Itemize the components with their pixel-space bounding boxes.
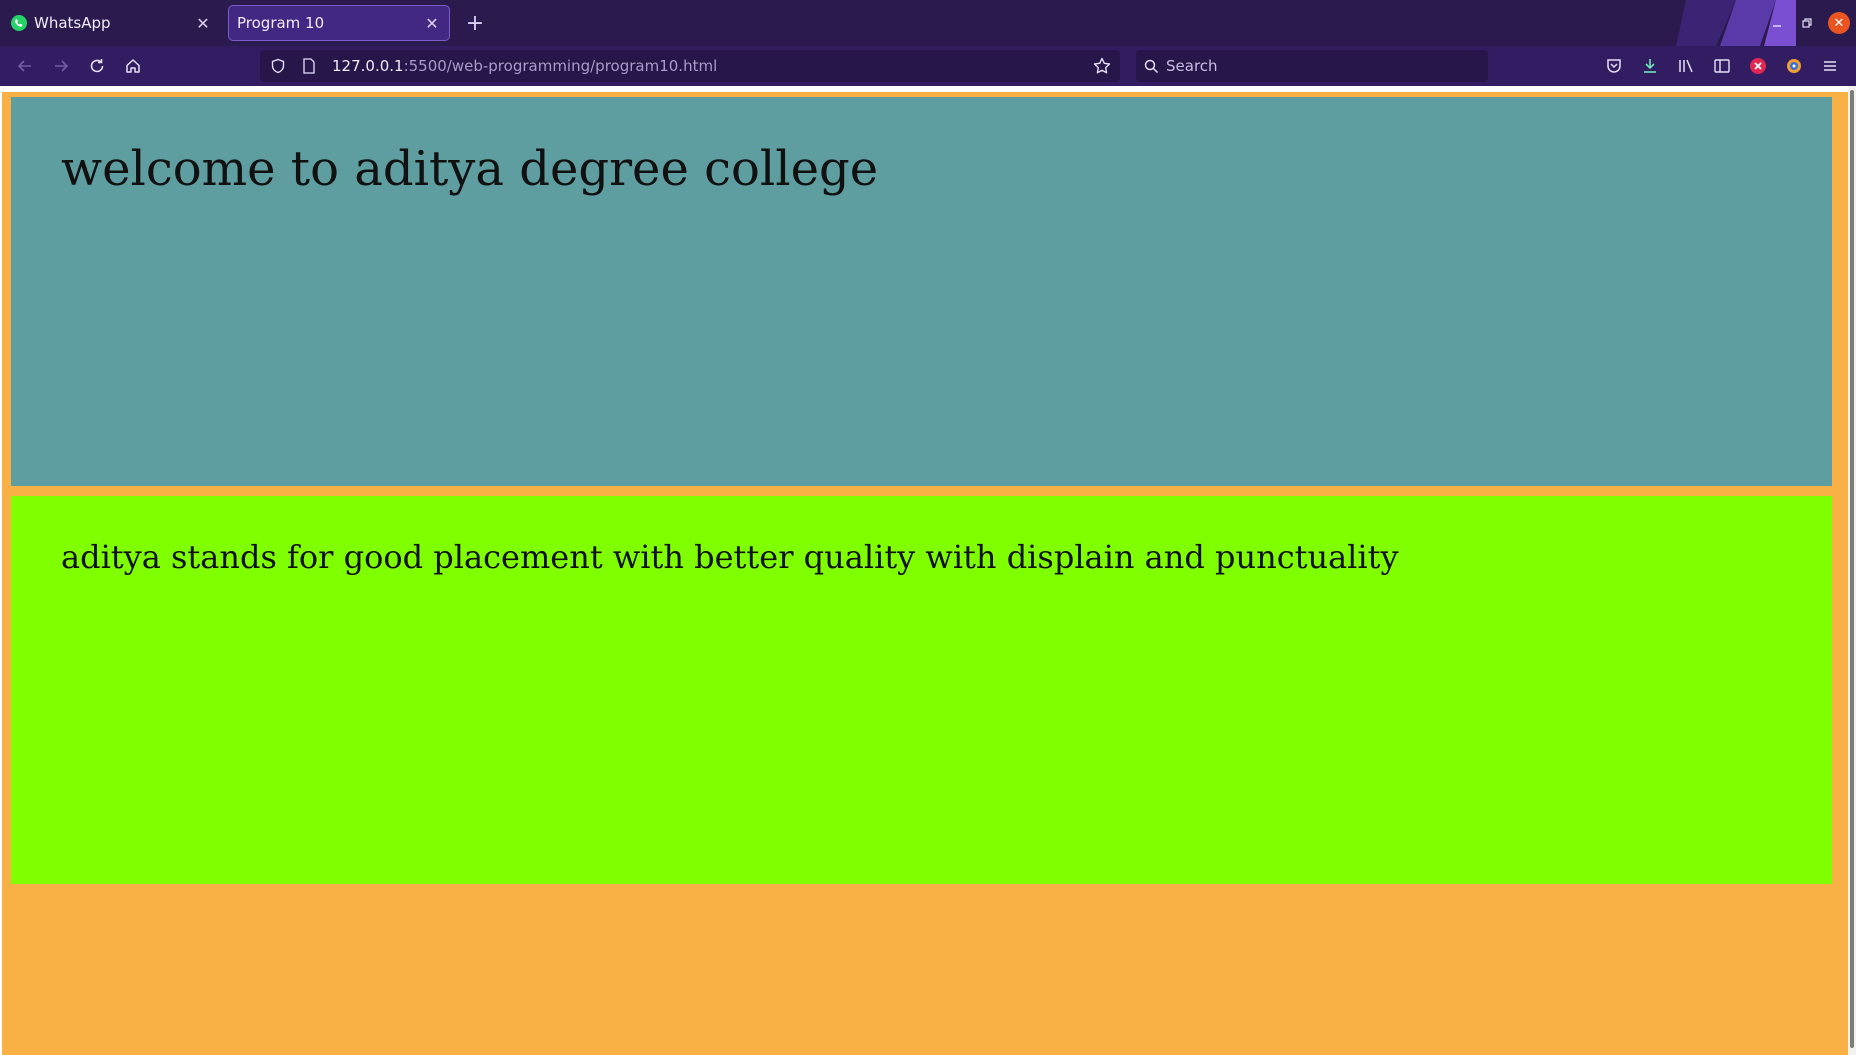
reload-icon[interactable] (84, 53, 110, 79)
minimize-icon[interactable] (1762, 0, 1792, 46)
download-icon[interactable] (1637, 53, 1663, 79)
page-heading: welcome to aditya degree college (61, 141, 879, 197)
url-path: :5500/web-programming/program10.html (403, 57, 718, 75)
page-left-border (0, 92, 2, 1055)
vertical-scrollbar[interactable] (1848, 86, 1856, 1055)
library-icon[interactable] (1673, 53, 1699, 79)
window-controls: ✕ (1762, 0, 1856, 46)
pocket-icon[interactable] (1601, 53, 1627, 79)
whatsapp-icon (10, 14, 28, 32)
extension-icon[interactable] (1781, 53, 1807, 79)
search-placeholder: Search (1166, 57, 1218, 75)
star-icon[interactable] (1092, 56, 1112, 80)
back-arrow-icon[interactable] (12, 53, 38, 79)
shield-icon[interactable] (260, 58, 296, 74)
content-block: aditya stands for good placement with be… (11, 496, 1832, 884)
tab-program-10[interactable]: Program 10 ✕ (228, 5, 450, 41)
search-icon (1136, 59, 1166, 74)
restore-icon[interactable] (1792, 0, 1822, 46)
page-viewport: welcome to aditya degree college aditya … (0, 86, 1856, 1055)
close-tab-icon[interactable]: ✕ (421, 12, 443, 34)
content-paragraph: aditya stands for good placement with be… (61, 538, 1399, 576)
tab-strip: WhatsApp ✕ Program 10 ✕ + ✕ (0, 0, 1856, 46)
plus-icon[interactable]: + (462, 10, 488, 36)
navigation-toolbar: 127.0.0.1:5500/web-programming/program10… (0, 46, 1856, 86)
address-bar[interactable]: 127.0.0.1:5500/web-programming/program10… (260, 50, 1120, 82)
header-block: welcome to aditya degree college (11, 97, 1832, 486)
tab-whatsapp[interactable]: WhatsApp ✕ (4, 5, 220, 41)
url-text: 127.0.0.1:5500/web-programming/program10… (322, 57, 717, 75)
close-tab-icon[interactable]: ✕ (192, 12, 214, 34)
forward-arrow-icon[interactable] (48, 53, 74, 79)
blocked-extension-icon[interactable] (1745, 53, 1771, 79)
tab-label: WhatsApp (34, 14, 111, 32)
scrollbar-thumb[interactable] (1850, 90, 1854, 1048)
menu-icon[interactable] (1817, 53, 1843, 79)
url-host: 127.0.0.1 (332, 57, 404, 75)
page-top-border (0, 86, 1848, 92)
sidebar-icon[interactable] (1709, 53, 1735, 79)
close-icon[interactable]: ✕ (1828, 12, 1850, 34)
search-bar[interactable]: Search (1136, 50, 1488, 82)
tab-label: Program 10 (237, 14, 325, 32)
page-icon[interactable] (296, 58, 322, 74)
home-icon[interactable] (120, 53, 146, 79)
